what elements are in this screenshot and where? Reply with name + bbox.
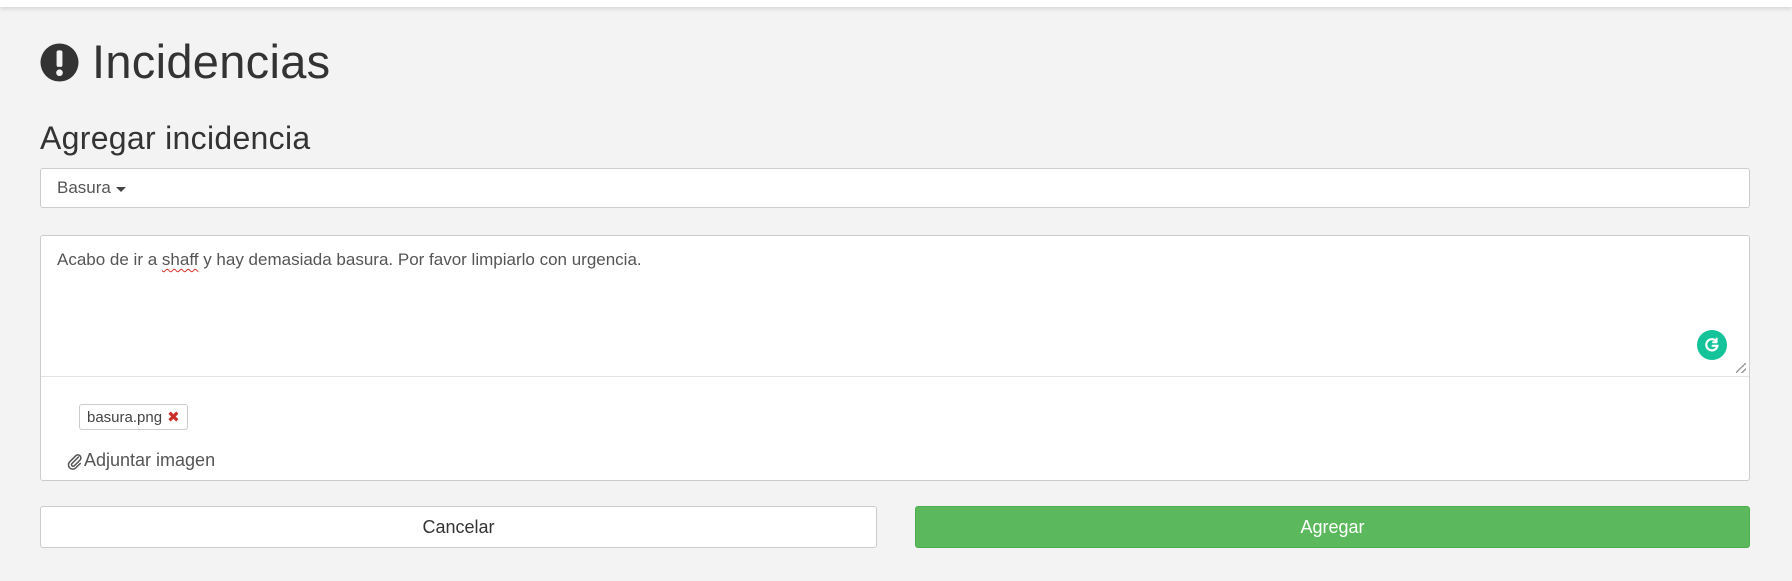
attachment-chip: basura.png ✖ <box>79 404 188 430</box>
section-title: Agregar incidencia <box>40 120 311 156</box>
add-button[interactable]: Agregar <box>915 506 1750 548</box>
description-textarea[interactable]: Acabo de ir a shaff y hay demasiada basu… <box>41 236 1749 377</box>
add-button-label: Agregar <box>1300 516 1365 537</box>
misspelled-word: shaff <box>161 250 199 269</box>
remove-attachment-icon[interactable]: ✖ <box>167 408 180 426</box>
grammarly-g-icon <box>1705 337 1719 352</box>
page-header: Incidencias <box>40 36 330 88</box>
category-dropdown[interactable]: Basura <box>40 168 1750 208</box>
cancel-button-label: Cancelar <box>422 516 495 537</box>
exclamation-circle-icon <box>40 42 79 82</box>
attach-image-link[interactable]: Adjuntar imagen <box>67 450 215 471</box>
cancel-button[interactable]: Cancelar <box>40 506 877 548</box>
description-text-end: y hay demasiada basura. Por favor limpia… <box>198 250 642 269</box>
description-panel: Acabo de ir a shaff y hay demasiada basu… <box>40 235 1750 481</box>
caret-down-icon <box>115 186 126 192</box>
category-selected-value: Basura <box>57 178 111 197</box>
grammarly-icon[interactable] <box>1697 330 1727 360</box>
top-bar <box>0 0 1792 7</box>
attach-image-label: Adjuntar imagen <box>84 450 216 470</box>
description-text-start: Acabo de ir a <box>57 250 162 269</box>
page-title: Incidencias <box>92 35 331 88</box>
attachment-filename: basura.png <box>87 408 163 426</box>
paperclip-icon <box>67 453 82 470</box>
resize-handle[interactable] <box>1736 363 1746 373</box>
